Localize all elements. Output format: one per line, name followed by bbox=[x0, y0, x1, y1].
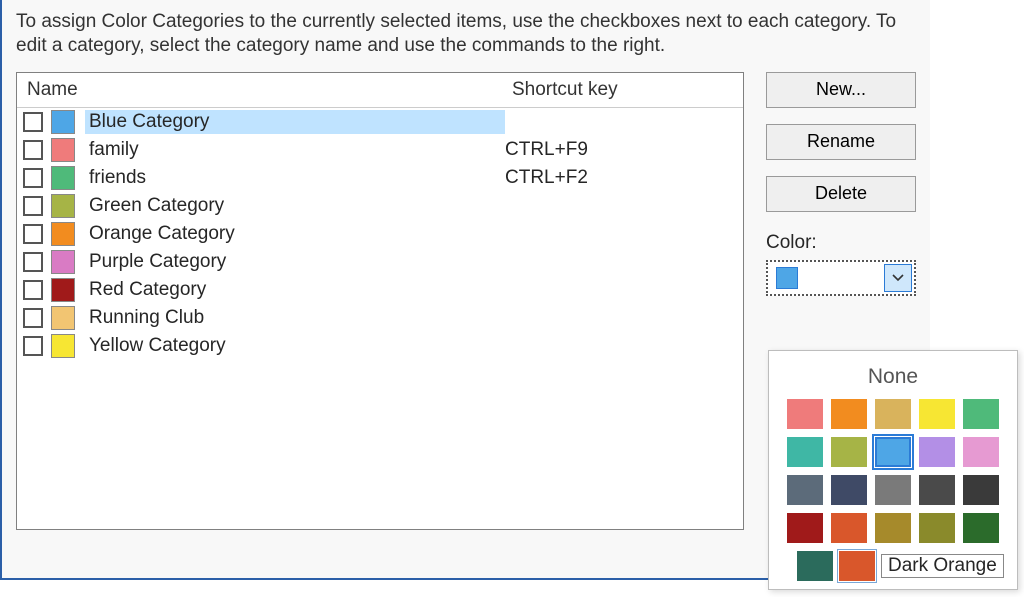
color-label: Color: bbox=[766, 232, 916, 254]
palette-swatch[interactable] bbox=[839, 551, 875, 581]
category-row[interactable]: Green Category bbox=[17, 192, 743, 220]
category-color-swatch bbox=[51, 138, 75, 162]
category-color-swatch bbox=[51, 222, 75, 246]
category-row[interactable]: familyCTRL+F9 bbox=[17, 136, 743, 164]
category-row[interactable]: Blue Category bbox=[17, 108, 743, 136]
palette-swatch[interactable] bbox=[831, 399, 867, 429]
new-button[interactable]: New... bbox=[766, 72, 916, 108]
category-checkbox[interactable] bbox=[23, 196, 43, 216]
category-row[interactable]: Orange Category bbox=[17, 220, 743, 248]
palette-swatch[interactable] bbox=[963, 475, 999, 505]
palette-tooltip: Dark Orange bbox=[881, 554, 1004, 578]
category-label[interactable]: Running Club bbox=[85, 306, 505, 330]
palette-swatch[interactable] bbox=[963, 513, 999, 543]
chevron-down-icon[interactable] bbox=[884, 264, 912, 292]
palette-swatch[interactable] bbox=[919, 399, 955, 429]
dialog-instruction: To assign Color Categories to the curren… bbox=[16, 10, 916, 58]
color-palette-popup[interactable]: None Dark Orange bbox=[768, 350, 1018, 590]
palette-none-option[interactable]: None bbox=[781, 361, 1005, 399]
palette-swatch[interactable] bbox=[963, 399, 999, 429]
category-color-swatch bbox=[51, 250, 75, 274]
palette-swatch[interactable] bbox=[787, 399, 823, 429]
column-header-name[interactable]: Name bbox=[17, 73, 502, 107]
category-color-swatch bbox=[51, 166, 75, 190]
category-list-header: Name Shortcut key bbox=[17, 73, 743, 108]
category-row[interactable]: friendsCTRL+F2 bbox=[17, 164, 743, 192]
palette-swatch[interactable] bbox=[797, 551, 833, 581]
color-dropdown[interactable] bbox=[766, 260, 916, 296]
palette-swatch[interactable] bbox=[875, 513, 911, 543]
palette-swatch[interactable] bbox=[875, 437, 911, 467]
category-checkbox[interactable] bbox=[23, 336, 43, 356]
category-color-swatch bbox=[51, 306, 75, 330]
category-checkbox[interactable] bbox=[23, 280, 43, 300]
palette-swatch[interactable] bbox=[875, 399, 911, 429]
palette-swatch[interactable] bbox=[831, 437, 867, 467]
palette-swatch[interactable] bbox=[831, 475, 867, 505]
category-shortcut: CTRL+F2 bbox=[505, 167, 737, 189]
palette-swatch[interactable] bbox=[787, 475, 823, 505]
delete-button[interactable]: Delete bbox=[766, 176, 916, 212]
category-label[interactable]: Blue Category bbox=[85, 110, 505, 134]
color-preview-swatch bbox=[776, 267, 798, 289]
palette-swatch[interactable] bbox=[919, 475, 955, 505]
palette-swatch[interactable] bbox=[787, 513, 823, 543]
category-checkbox[interactable] bbox=[23, 308, 43, 328]
palette-swatch[interactable] bbox=[963, 437, 999, 467]
palette-swatch[interactable] bbox=[875, 475, 911, 505]
category-row[interactable]: Red Category bbox=[17, 276, 743, 304]
category-checkbox[interactable] bbox=[23, 112, 43, 132]
category-label[interactable]: Orange Category bbox=[85, 222, 505, 246]
category-label[interactable]: Purple Category bbox=[85, 250, 505, 274]
category-checkbox[interactable] bbox=[23, 252, 43, 272]
category-row[interactable]: Running Club bbox=[17, 304, 743, 332]
palette-swatch[interactable] bbox=[787, 437, 823, 467]
column-header-shortcut[interactable]: Shortcut key bbox=[502, 73, 743, 107]
category-label[interactable]: family bbox=[85, 138, 505, 162]
category-list[interactable]: Name Shortcut key Blue CategoryfamilyCTR… bbox=[16, 72, 744, 530]
category-color-swatch bbox=[51, 334, 75, 358]
category-checkbox[interactable] bbox=[23, 140, 43, 160]
category-checkbox[interactable] bbox=[23, 168, 43, 188]
category-checkbox[interactable] bbox=[23, 224, 43, 244]
category-shortcut: CTRL+F9 bbox=[505, 139, 737, 161]
category-label[interactable]: Red Category bbox=[85, 278, 505, 302]
category-color-swatch bbox=[51, 194, 75, 218]
rename-button[interactable]: Rename bbox=[766, 124, 916, 160]
category-row[interactable]: Purple Category bbox=[17, 248, 743, 276]
category-color-swatch bbox=[51, 278, 75, 302]
category-row[interactable]: Yellow Category bbox=[17, 332, 743, 360]
category-label[interactable]: Yellow Category bbox=[85, 334, 505, 358]
palette-swatch[interactable] bbox=[919, 513, 955, 543]
palette-swatch[interactable] bbox=[919, 437, 955, 467]
category-label[interactable]: Green Category bbox=[85, 194, 505, 218]
category-label[interactable]: friends bbox=[85, 166, 505, 190]
category-color-swatch bbox=[51, 110, 75, 134]
palette-swatch[interactable] bbox=[831, 513, 867, 543]
palette-grid bbox=[781, 399, 1005, 543]
